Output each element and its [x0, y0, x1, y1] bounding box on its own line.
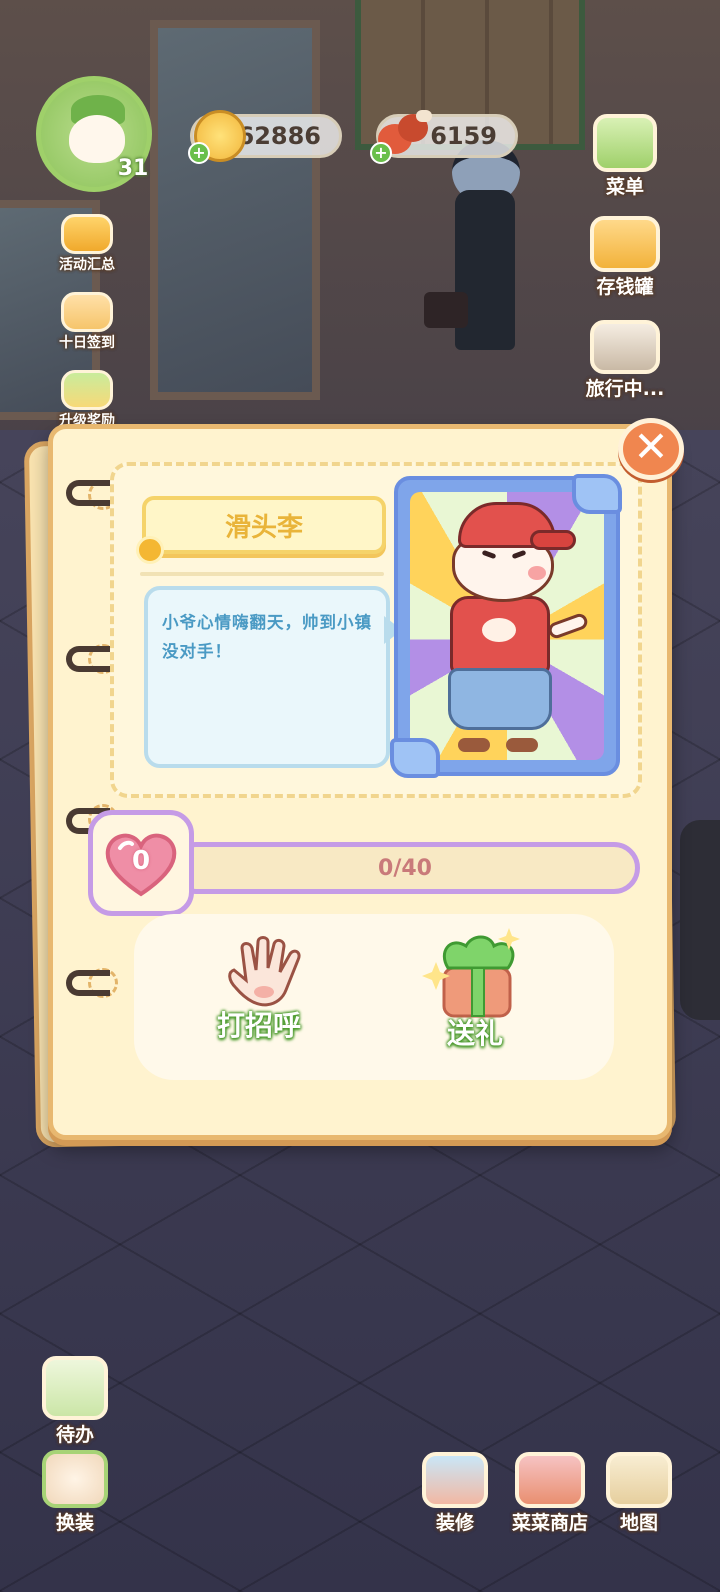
decorate-icon [422, 1452, 488, 1508]
cap-brim [530, 530, 576, 550]
shop-icon [515, 1452, 585, 1508]
dress-up-icon [42, 1450, 108, 1508]
banner-knob [136, 536, 164, 564]
checkin-button[interactable]: 十日签到 [42, 292, 132, 352]
map-icon [606, 1452, 672, 1508]
event-summary-button[interactable]: 活动汇总 [42, 214, 132, 274]
dress-up-button[interactable]: 换装 [30, 1450, 120, 1535]
meat-amount: 6159 [430, 122, 497, 150]
character-cheek [528, 566, 546, 580]
map-button[interactable]: 地图 [594, 1452, 684, 1535]
send-gift-button[interactable]: 送礼 [410, 1012, 540, 1052]
character-shoe [458, 738, 490, 752]
add-meat-icon[interactable]: + [370, 142, 392, 164]
affinity-level: 0 [131, 846, 151, 876]
shirt-logo [482, 618, 516, 642]
shop-button[interactable]: 菜菜商店 [500, 1452, 600, 1535]
level-reward-button[interactable]: 升级奖励 [42, 370, 132, 430]
event-summary-icon [61, 214, 113, 254]
frame-gem [572, 474, 622, 514]
decorate-button[interactable]: 装修 [410, 1452, 500, 1535]
player-level: 31 [117, 156, 149, 181]
piggy-bank-icon [590, 216, 660, 272]
coin-amount: 62886 [237, 122, 322, 150]
binder-ring [66, 480, 110, 506]
close-button[interactable]: ✕ [618, 418, 684, 480]
window [150, 20, 320, 400]
character-shoe [506, 738, 538, 752]
action-area [134, 914, 614, 1080]
camera-icon [590, 320, 660, 374]
background-figure [680, 820, 720, 1020]
todo-list-icon [42, 1356, 108, 1420]
briefcase-icon [424, 292, 468, 328]
piggy-bank-button[interactable]: 存钱罐 [580, 216, 670, 299]
character-pants [448, 668, 552, 730]
binder-ring [66, 970, 110, 996]
menu-button[interactable]: 菜单 [580, 114, 670, 199]
menu-book-icon [593, 114, 657, 172]
divider [140, 572, 384, 576]
add-coins-icon[interactable]: + [188, 142, 210, 164]
frame-gem [390, 738, 440, 778]
affinity-progress-text: 0/40 [378, 855, 432, 881]
gift-icon [422, 928, 520, 1018]
checkin-calendar-icon [61, 292, 113, 332]
character-quote: 小爷心情嗨翻天，帅到小镇没对手！ [144, 586, 390, 768]
greet-button[interactable]: 打招呼 [194, 1004, 324, 1044]
character-name: 滑头李 [142, 496, 386, 554]
level-reward-icon [61, 370, 113, 410]
todo-button[interactable]: 待办 [30, 1356, 120, 1447]
binder-ring [66, 646, 110, 672]
travel-button[interactable]: 旅行中... [580, 320, 670, 401]
